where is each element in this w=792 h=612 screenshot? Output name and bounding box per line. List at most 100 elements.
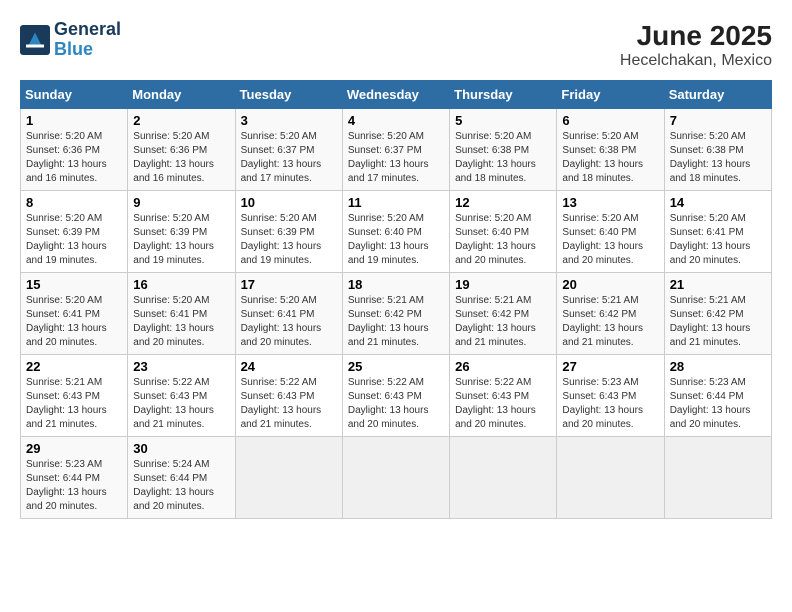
calendar-cell: 24 Sunrise: 5:22 AM Sunset: 6:43 PM Dayli… (235, 355, 342, 437)
day-detail: Sunrise: 5:20 AM Sunset: 6:41 PM Dayligh… (241, 294, 337, 350)
day-number: 21 (670, 277, 766, 292)
header-cell-saturday: Saturday (664, 81, 771, 109)
day-number: 15 (26, 277, 122, 292)
day-number: 12 (455, 195, 551, 210)
day-detail: Sunrise: 5:20 AM Sunset: 6:37 PM Dayligh… (348, 130, 444, 186)
day-number: 3 (241, 113, 337, 128)
day-number: 23 (133, 359, 229, 374)
calendar-week-row: 1 Sunrise: 5:20 AM Sunset: 6:36 PM Daylig… (21, 109, 772, 191)
calendar-cell (664, 437, 771, 519)
calendar-week-row: 29 Sunrise: 5:23 AM Sunset: 6:44 PM Dayli… (21, 437, 772, 519)
header-cell-monday: Monday (128, 81, 235, 109)
day-number: 9 (133, 195, 229, 210)
day-number: 29 (26, 441, 122, 456)
calendar-cell: 30 Sunrise: 5:24 AM Sunset: 6:44 PM Dayli… (128, 437, 235, 519)
day-number: 30 (133, 441, 229, 456)
day-detail: Sunrise: 5:20 AM Sunset: 6:37 PM Dayligh… (241, 130, 337, 186)
day-detail: Sunrise: 5:20 AM Sunset: 6:36 PM Dayligh… (133, 130, 229, 186)
calendar-cell (235, 437, 342, 519)
calendar-cell: 3 Sunrise: 5:20 AM Sunset: 6:37 PM Daylig… (235, 109, 342, 191)
day-number: 11 (348, 195, 444, 210)
logo-line1: General (54, 20, 121, 40)
day-detail: Sunrise: 5:20 AM Sunset: 6:41 PM Dayligh… (670, 212, 766, 268)
day-detail: Sunrise: 5:20 AM Sunset: 6:40 PM Dayligh… (562, 212, 658, 268)
header-cell-wednesday: Wednesday (342, 81, 449, 109)
calendar-cell: 21 Sunrise: 5:21 AM Sunset: 6:42 PM Dayli… (664, 273, 771, 355)
day-detail: Sunrise: 5:22 AM Sunset: 6:43 PM Dayligh… (241, 376, 337, 432)
calendar-cell: 14 Sunrise: 5:20 AM Sunset: 6:41 PM Dayli… (664, 191, 771, 273)
calendar-cell: 23 Sunrise: 5:22 AM Sunset: 6:43 PM Dayli… (128, 355, 235, 437)
day-detail: Sunrise: 5:23 AM Sunset: 6:44 PM Dayligh… (670, 376, 766, 432)
day-detail: Sunrise: 5:20 AM Sunset: 6:41 PM Dayligh… (133, 294, 229, 350)
day-detail: Sunrise: 5:21 AM Sunset: 6:42 PM Dayligh… (455, 294, 551, 350)
calendar-cell: 28 Sunrise: 5:23 AM Sunset: 6:44 PM Dayli… (664, 355, 771, 437)
day-number: 8 (26, 195, 122, 210)
day-detail: Sunrise: 5:20 AM Sunset: 6:39 PM Dayligh… (26, 212, 122, 268)
calendar-cell (557, 437, 664, 519)
day-number: 7 (670, 113, 766, 128)
day-number: 5 (455, 113, 551, 128)
day-detail: Sunrise: 5:20 AM Sunset: 6:36 PM Dayligh… (26, 130, 122, 186)
calendar-cell: 15 Sunrise: 5:20 AM Sunset: 6:41 PM Dayli… (21, 273, 128, 355)
day-number: 1 (26, 113, 122, 128)
day-number: 4 (348, 113, 444, 128)
calendar-cell: 7Sunrise: 5:20 AM Sunset: 6:38 PM Daylig… (664, 109, 771, 191)
header-cell-tuesday: Tuesday (235, 81, 342, 109)
day-detail: Sunrise: 5:22 AM Sunset: 6:43 PM Dayligh… (455, 376, 551, 432)
calendar-cell: 29 Sunrise: 5:23 AM Sunset: 6:44 PM Dayli… (21, 437, 128, 519)
day-detail: Sunrise: 5:20 AM Sunset: 6:40 PM Dayligh… (455, 212, 551, 268)
day-detail: Sunrise: 5:24 AM Sunset: 6:44 PM Dayligh… (133, 458, 229, 514)
day-number: 6 (562, 113, 658, 128)
day-detail: Sunrise: 5:23 AM Sunset: 6:43 PM Dayligh… (562, 376, 658, 432)
calendar-cell: 11 Sunrise: 5:20 AM Sunset: 6:40 PM Dayli… (342, 191, 449, 273)
day-detail: Sunrise: 5:22 AM Sunset: 6:43 PM Dayligh… (348, 376, 444, 432)
day-detail: Sunrise: 5:20 AM Sunset: 6:41 PM Dayligh… (26, 294, 122, 350)
calendar-table: SundayMondayTuesdayWednesdayThursdayFrid… (20, 80, 772, 519)
header-cell-friday: Friday (557, 81, 664, 109)
day-detail: Sunrise: 5:20 AM Sunset: 6:38 PM Dayligh… (562, 130, 658, 186)
day-detail: Sunrise: 5:21 AM Sunset: 6:42 PM Dayligh… (670, 294, 766, 350)
calendar-cell: 9 Sunrise: 5:20 AM Sunset: 6:39 PM Daylig… (128, 191, 235, 273)
calendar-cell: 26Sunrise: 5:22 AM Sunset: 6:43 PM Dayli… (450, 355, 557, 437)
calendar-cell: 22Sunrise: 5:21 AM Sunset: 6:43 PM Dayli… (21, 355, 128, 437)
logo-line2: Blue (54, 40, 121, 60)
calendar-week-row: 22Sunrise: 5:21 AM Sunset: 6:43 PM Dayli… (21, 355, 772, 437)
calendar-cell: 8 Sunrise: 5:20 AM Sunset: 6:39 PM Daylig… (21, 191, 128, 273)
calendar-title: June 2025 (620, 20, 772, 52)
calendar-cell: 5 Sunrise: 5:20 AM Sunset: 6:38 PM Daylig… (450, 109, 557, 191)
day-detail: Sunrise: 5:20 AM Sunset: 6:39 PM Dayligh… (133, 212, 229, 268)
day-number: 10 (241, 195, 337, 210)
calendar-cell: 27Sunrise: 5:23 AM Sunset: 6:43 PM Dayli… (557, 355, 664, 437)
day-number: 18 (348, 277, 444, 292)
day-number: 13 (562, 195, 658, 210)
calendar-cell: 17 Sunrise: 5:20 AM Sunset: 6:41 PM Dayli… (235, 273, 342, 355)
title-area: June 2025 Hecelchakan, Mexico (620, 20, 772, 70)
day-detail: Sunrise: 5:22 AM Sunset: 6:43 PM Dayligh… (133, 376, 229, 432)
day-number: 14 (670, 195, 766, 210)
calendar-cell: 18 Sunrise: 5:21 AM Sunset: 6:42 PM Dayli… (342, 273, 449, 355)
day-detail: Sunrise: 5:21 AM Sunset: 6:43 PM Dayligh… (26, 376, 122, 432)
day-number: 16 (133, 277, 229, 292)
day-detail: Sunrise: 5:20 AM Sunset: 6:38 PM Dayligh… (455, 130, 551, 186)
calendar-cell: 16 Sunrise: 5:20 AM Sunset: 6:41 PM Dayli… (128, 273, 235, 355)
day-detail: Sunrise: 5:21 AM Sunset: 6:42 PM Dayligh… (348, 294, 444, 350)
header-cell-thursday: Thursday (450, 81, 557, 109)
day-number: 24 (241, 359, 337, 374)
day-detail: Sunrise: 5:20 AM Sunset: 6:39 PM Dayligh… (241, 212, 337, 268)
calendar-cell (342, 437, 449, 519)
day-detail: Sunrise: 5:20 AM Sunset: 6:40 PM Dayligh… (348, 212, 444, 268)
header: General Blue June 2025 Hecelchakan, Mexi… (20, 20, 772, 70)
day-detail: Sunrise: 5:23 AM Sunset: 6:44 PM Dayligh… (26, 458, 122, 514)
calendar-cell: 4 Sunrise: 5:20 AM Sunset: 6:37 PM Daylig… (342, 109, 449, 191)
calendar-subtitle: Hecelchakan, Mexico (620, 52, 772, 70)
day-number: 25 (348, 359, 444, 374)
logo-icon (20, 25, 50, 55)
calendar-week-row: 8 Sunrise: 5:20 AM Sunset: 6:39 PM Daylig… (21, 191, 772, 273)
day-number: 17 (241, 277, 337, 292)
calendar-cell (450, 437, 557, 519)
header-cell-sunday: Sunday (21, 81, 128, 109)
calendar-cell: 20Sunrise: 5:21 AM Sunset: 6:42 PM Dayli… (557, 273, 664, 355)
calendar-cell: 12 Sunrise: 5:20 AM Sunset: 6:40 PM Dayli… (450, 191, 557, 273)
day-number: 19 (455, 277, 551, 292)
day-number: 28 (670, 359, 766, 374)
